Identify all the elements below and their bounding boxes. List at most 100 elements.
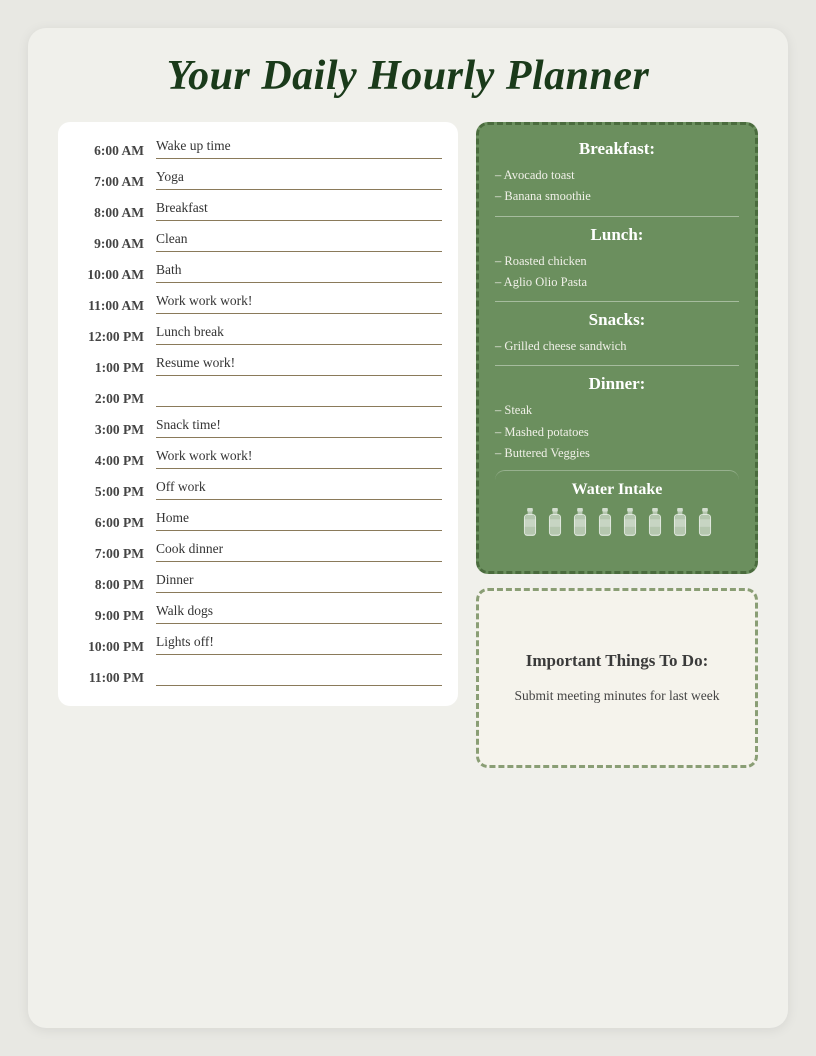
task-line: Wake up time: [156, 138, 442, 163]
task-text: [156, 665, 442, 685]
time-label: 2:00 PM: [74, 391, 156, 411]
task-line: Work work work!: [156, 293, 442, 318]
task-line: Resume work!: [156, 355, 442, 380]
task-text: [156, 386, 442, 406]
lunch-title: Lunch:: [495, 225, 739, 245]
task-underline: [156, 685, 442, 686]
water-bottle: [569, 507, 591, 543]
task-text: Clean: [156, 231, 442, 251]
task-underline: [156, 654, 442, 655]
task-underline: [156, 220, 442, 221]
time-label: 1:00 PM: [74, 360, 156, 380]
task-line: Off work: [156, 479, 442, 504]
schedule-row: 9:00 PMWalk dogs: [74, 597, 442, 628]
task-line: Lunch break: [156, 324, 442, 349]
task-text: Home: [156, 510, 442, 530]
time-label: 11:00 PM: [74, 670, 156, 690]
task-underline: [156, 375, 442, 376]
water-bottle: [644, 507, 666, 543]
dinner-items: – Steak– Mashed potatoes– Buttered Veggi…: [495, 400, 739, 464]
task-line: [156, 386, 442, 411]
task-underline: [156, 530, 442, 531]
task-text: Work work work!: [156, 448, 442, 468]
time-label: 11:00 AM: [74, 298, 156, 318]
page-title: Your Daily Hourly Planner: [58, 52, 758, 100]
task-line: Yoga: [156, 169, 442, 194]
water-bottle: [594, 507, 616, 543]
time-label: 7:00 AM: [74, 174, 156, 194]
time-label: 9:00 PM: [74, 608, 156, 628]
task-text: Dinner: [156, 572, 442, 592]
schedule-row: 3:00 PMSnack time!: [74, 411, 442, 442]
task-underline: [156, 313, 442, 314]
time-label: 4:00 PM: [74, 453, 156, 473]
task-text: Lunch break: [156, 324, 442, 344]
schedule-row: 6:00 PMHome: [74, 504, 442, 535]
time-label: 6:00 PM: [74, 515, 156, 535]
snacks-title: Snacks:: [495, 310, 739, 330]
schedule-row: 6:00 AMWake up time: [74, 132, 442, 163]
task-text: Snack time!: [156, 417, 442, 437]
task-underline: [156, 251, 442, 252]
water-bottle: [669, 507, 691, 543]
schedule-row: 9:00 AMClean: [74, 225, 442, 256]
water-bottle: [619, 507, 641, 543]
task-underline: [156, 158, 442, 159]
task-text: Wake up time: [156, 138, 442, 158]
task-underline: [156, 499, 442, 500]
task-underline: [156, 406, 442, 407]
water-bottle: [694, 507, 716, 543]
time-label: 3:00 PM: [74, 422, 156, 442]
task-line: Breakfast: [156, 200, 442, 225]
schedule-row: 11:00 PM: [74, 659, 442, 690]
task-line: Home: [156, 510, 442, 535]
schedule-row: 7:00 AMYoga: [74, 163, 442, 194]
task-text: Work work work!: [156, 293, 442, 313]
important-title: Important Things To Do:: [526, 650, 709, 672]
time-label: 6:00 AM: [74, 143, 156, 163]
schedule-row: 8:00 AMBreakfast: [74, 194, 442, 225]
task-line: Bath: [156, 262, 442, 287]
task-line: Clean: [156, 231, 442, 256]
task-text: Yoga: [156, 169, 442, 189]
task-text: Cook dinner: [156, 541, 442, 561]
task-underline: [156, 468, 442, 469]
schedule-row: 12:00 PMLunch break: [74, 318, 442, 349]
time-label: 12:00 PM: [74, 329, 156, 349]
breakfast-title: Breakfast:: [495, 139, 739, 159]
task-line: Cook dinner: [156, 541, 442, 566]
task-underline: [156, 344, 442, 345]
dinner-title: Dinner:: [495, 374, 739, 394]
task-line: [156, 665, 442, 690]
time-label: 8:00 PM: [74, 577, 156, 597]
task-underline: [156, 437, 442, 438]
schedule-row: 2:00 PM: [74, 380, 442, 411]
task-line: Work work work!: [156, 448, 442, 473]
task-text: Resume work!: [156, 355, 442, 375]
snacks-items: – Grilled cheese sandwich: [495, 336, 739, 357]
time-label: 5:00 PM: [74, 484, 156, 504]
schedule-row: 8:00 PMDinner: [74, 566, 442, 597]
meal-divider-1: [495, 216, 739, 217]
task-line: Dinner: [156, 572, 442, 597]
schedule-row: 7:00 PMCook dinner: [74, 535, 442, 566]
task-line: Snack time!: [156, 417, 442, 442]
page: Your Daily Hourly Planner 6:00 AMWake up…: [28, 28, 788, 1028]
meal-divider-2: [495, 301, 739, 302]
task-text: Lights off!: [156, 634, 442, 654]
task-underline: [156, 623, 442, 624]
meal-divider-3: [495, 365, 739, 366]
task-line: Walk dogs: [156, 603, 442, 628]
schedule-row: 11:00 AMWork work work!: [74, 287, 442, 318]
schedule-row: 10:00 AMBath: [74, 256, 442, 287]
time-label: 10:00 PM: [74, 639, 156, 659]
task-text: Breakfast: [156, 200, 442, 220]
schedule-column: 6:00 AMWake up time7:00 AMYoga8:00 AMBre…: [58, 122, 458, 706]
time-label: 8:00 AM: [74, 205, 156, 225]
task-line: Lights off!: [156, 634, 442, 659]
content-row: 6:00 AMWake up time7:00 AMYoga8:00 AMBre…: [58, 122, 758, 768]
task-underline: [156, 592, 442, 593]
task-underline: [156, 189, 442, 190]
schedule-row: 1:00 PMResume work!: [74, 349, 442, 380]
water-bottles: [507, 507, 727, 543]
